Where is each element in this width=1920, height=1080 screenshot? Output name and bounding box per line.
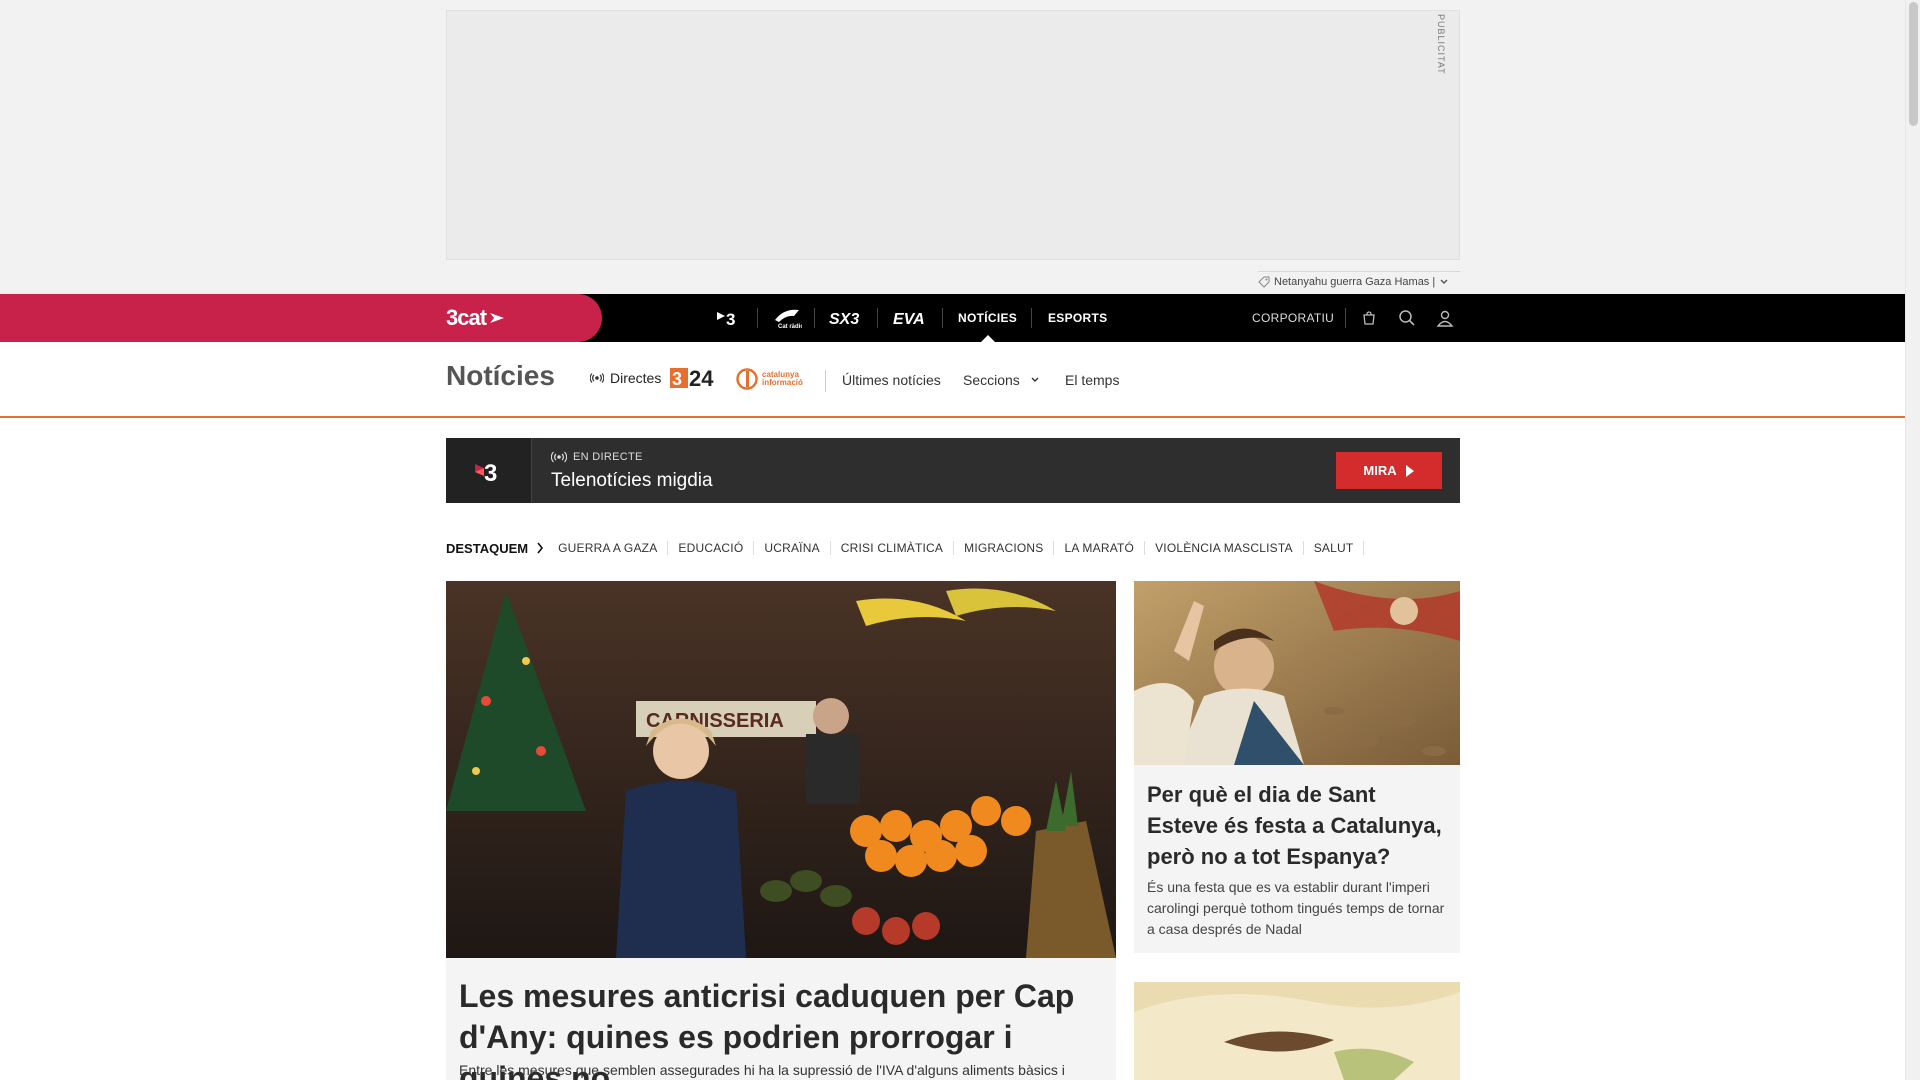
mira-button[interactable]: MIRA [1336, 452, 1442, 489]
topic-tag[interactable]: GUERRA A GAZA [558, 541, 669, 555]
food-photo [1134, 982, 1460, 1080]
page-title: Notícies [446, 360, 555, 391]
related-tags-strip[interactable]: Netanyahu guerra Gaza Hamas | [1258, 271, 1460, 291]
brand-block [0, 294, 602, 342]
side-article-image[interactable] [1134, 581, 1460, 765]
nav-noticies[interactable]: NOTÍCIES [958, 294, 1017, 342]
page-scrollbar[interactable] [1905, 0, 1920, 1080]
destaquem-label[interactable]: DESTAQUEM [446, 541, 544, 556]
ad-band: PUBLICITAT Netanyahu guerra Gaza Hamas | [0, 0, 1905, 294]
main-article-image[interactable]: CARNISSERIA [446, 581, 1116, 958]
brand-arrow-icon [490, 313, 505, 323]
nav-esports[interactable]: ESPORTS [1048, 294, 1107, 342]
nav-divider [1345, 308, 1346, 328]
svg-text:3: 3 [672, 369, 682, 389]
catalunya-informacio-text: catalunya informació [762, 370, 803, 387]
tag-icon [1258, 276, 1270, 288]
shop-bag-icon[interactable] [1357, 306, 1381, 330]
sx3-logo[interactable]: SX3 [826, 294, 864, 342]
side-article-excerpt: És una festa que es va establir durant l… [1147, 879, 1445, 937]
play-icon [1405, 464, 1414, 477]
brand-name: 3cat [446, 305, 487, 330]
tv3-logo[interactable]: 3 [712, 294, 744, 342]
nav-noticies-label: NOTÍCIES [958, 311, 1018, 325]
second-side-article-image[interactable] [1134, 982, 1460, 1080]
section-divider [825, 370, 826, 392]
section-header: Notícies Directes 3 24 catalunya informac… [0, 342, 1905, 418]
live-signal-icon [551, 451, 567, 463]
directes-label: Directes [610, 370, 662, 386]
chevron-down-icon [1031, 377, 1039, 382]
nav-divider [1031, 308, 1032, 328]
topic-tag[interactable]: LA MARATÓ [1054, 541, 1146, 555]
topic-tag[interactable]: CRISI CLIMÀTICA [831, 541, 955, 555]
main-article-excerpt: Entre les mesures que semblen assegurade… [459, 1062, 1065, 1078]
main-article-card[interactable]: Les mesures anticrisi caduquen per Cap d… [446, 958, 1116, 1080]
catradio-logo[interactable]: Cat ràdio [770, 294, 804, 342]
tv3-live-logo: 3 [446, 438, 532, 503]
channel-divider [814, 308, 815, 328]
3cat-logo[interactable]: 3cat [446, 305, 506, 330]
topic-tag[interactable]: EDUCACIÓ [668, 541, 755, 555]
mira-label: MIRA [1363, 463, 1397, 478]
side-article-card[interactable]: Per què el dia de Sant Esteve és festa a… [1134, 765, 1460, 953]
channel-divider [877, 308, 878, 328]
live-tag-label: EN DIRECTE [573, 451, 643, 463]
live-signal-icon [590, 373, 604, 383]
nav-corporatiu[interactable]: CORPORATIU [1252, 294, 1334, 342]
top-navigation: 3cat 3 Cat ràdio SX3 EVA NOTÍCIES ESPORT… [0, 294, 1905, 342]
svg-text:Cat ràdio: Cat ràdio [778, 324, 802, 330]
chevron-down-icon[interactable] [1439, 277, 1449, 287]
link-ultimes-noticies[interactable]: Últimes notícies [842, 372, 941, 388]
svg-text:EVA: EVA [893, 311, 925, 328]
seccions-dropdown[interactable]: Seccions [963, 372, 1040, 388]
market-photo: CARNISSERIA [446, 581, 1116, 958]
ad-label: PUBLICITAT [1436, 14, 1446, 75]
side-article-title[interactable]: Per què el dia de Sant Esteve és festa a… [1147, 779, 1452, 872]
destaquem-text: DESTAQUEM [446, 540, 529, 556]
user-icon[interactable] [1433, 306, 1457, 330]
scrollbar-thumb[interactable] [1909, 2, 1918, 126]
324-logo[interactable]: 3 24 [670, 366, 724, 390]
channel-divider [757, 308, 758, 328]
active-indicator [980, 335, 995, 342]
live-banner[interactable]: 3 EN DIRECTE Telenotícies migdia MIRA [446, 438, 1460, 503]
topic-tag[interactable]: MIGRACIONS [954, 541, 1055, 555]
topic-tag[interactable]: SALUT [1304, 541, 1365, 555]
featured-topics: DESTAQUEM GUERRA A GAZA EDUCACIÓ UCRAÏNA… [446, 538, 1365, 558]
channel-divider [942, 308, 943, 328]
chevron-right-icon [537, 542, 544, 554]
related-tags-text: Netanyahu guerra Gaza Hamas | [1274, 275, 1436, 288]
search-icon[interactable] [1395, 306, 1419, 330]
svg-text:3: 3 [484, 460, 497, 484]
ad-slot[interactable] [446, 10, 1460, 260]
catalunya-informacio-logo[interactable]: catalunya informació [736, 368, 808, 390]
live-tag: EN DIRECTE [551, 451, 643, 463]
eva-logo[interactable]: EVA [890, 294, 930, 342]
svg-text:24: 24 [689, 366, 714, 390]
topic-tag[interactable]: UCRAÏNA [754, 541, 831, 555]
topic-tag[interactable]: VIOLÈNCIA MASCLISTA [1145, 541, 1304, 555]
svg-text:3: 3 [726, 310, 735, 328]
live-program-title: Telenotícies migdia [551, 470, 713, 491]
svg-text:SX3: SX3 [829, 311, 859, 328]
saint-painting [1134, 581, 1460, 765]
seccions-label: Seccions [963, 372, 1020, 388]
directes-link[interactable]: Directes [590, 370, 661, 386]
link-el-temps[interactable]: El temps [1065, 372, 1119, 388]
